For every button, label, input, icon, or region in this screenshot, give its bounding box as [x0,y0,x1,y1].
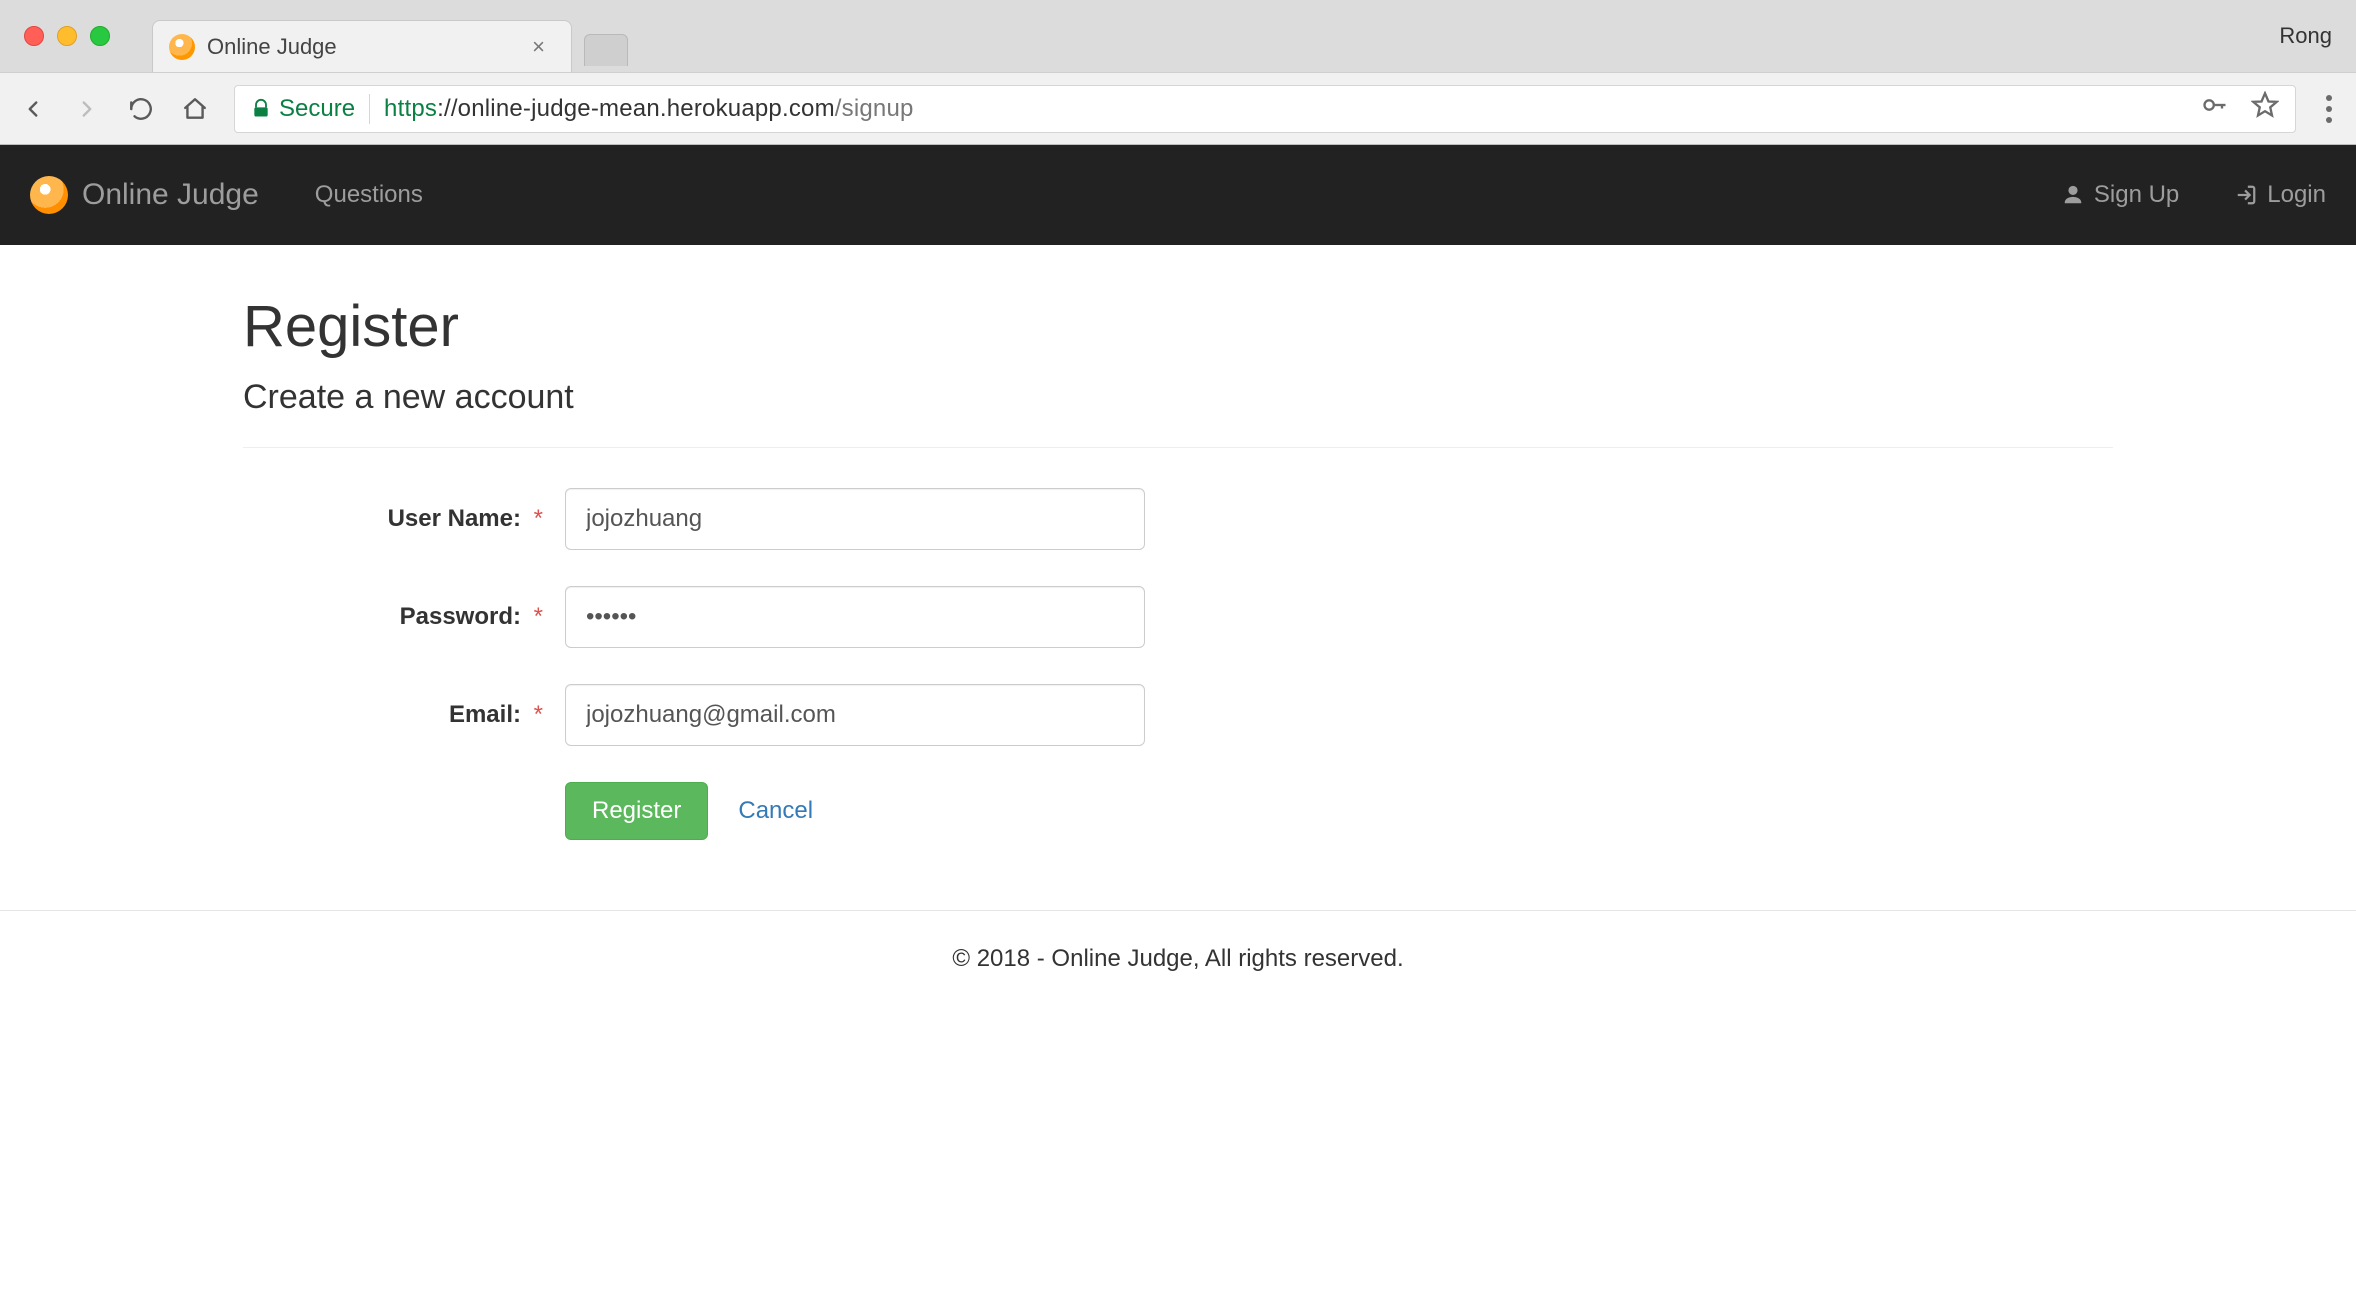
back-button[interactable] [18,96,48,122]
secure-indicator: Secure [251,95,355,123]
maximize-window-button[interactable] [90,26,110,46]
browser-tab[interactable]: Online Judge × [152,20,572,72]
footer: © 2018 - Online Judge, All rights reserv… [0,910,2356,1007]
url-text: https://online-judge-mean.herokuapp.com/… [384,95,914,123]
footer-text: © 2018 - Online Judge, All rights reserv… [952,945,1403,972]
password-label-text: Password: [400,603,521,630]
page-container: Register Create a new account User Name:… [243,245,2113,840]
app-navbar: Online Judge Questions Sign Up Login [0,145,2356,245]
password-label: Password: * [243,603,565,631]
nav-link-questions[interactable]: Questions [315,181,423,209]
page-subtitle: Create a new account [243,378,2113,417]
email-label: Email: * [243,701,565,729]
bookmark-star-icon[interactable] [2251,91,2279,126]
nav-signup-label: Sign Up [2094,181,2179,209]
tab-title: Online Judge [207,34,514,60]
new-tab-button[interactable] [584,34,628,66]
brand[interactable]: Online Judge [30,176,259,214]
brand-logo-icon [30,176,68,214]
secure-label: Secure [279,95,355,123]
nav-login-link[interactable]: Login [2235,181,2326,209]
nav-login-label: Login [2267,181,2326,209]
username-label: User Name: * [243,505,565,533]
address-bar[interactable]: Secure https://online-judge-mean.herokua… [234,85,2296,133]
cancel-link[interactable]: Cancel [738,797,813,825]
tab-bar: Online Judge × Rong [0,0,2356,72]
required-mark: * [534,505,543,532]
user-icon [2062,184,2084,206]
close-window-button[interactable] [24,26,44,46]
window-controls [0,26,110,46]
forward-button[interactable] [72,96,102,122]
tab-close-button[interactable]: × [526,34,551,60]
nav-signup-link[interactable]: Sign Up [2062,181,2179,209]
reload-button[interactable] [126,96,156,122]
minimize-window-button[interactable] [57,26,77,46]
url-host: ://online-judge-mean.herokuapp.com [437,95,835,122]
required-mark: * [534,603,543,630]
browser-menu-button[interactable] [2320,95,2338,123]
brand-title: Online Judge [82,178,259,212]
email-input[interactable] [565,684,1145,746]
form-row-username: User Name: * [243,488,2113,550]
login-icon [2235,184,2257,206]
browser-profile-name[interactable]: Rong [2279,23,2332,49]
form-row-email: Email: * [243,684,2113,746]
form-row-password: Password: * [243,586,2113,648]
password-input[interactable] [565,586,1145,648]
separator [243,447,2113,448]
email-label-text: Email: [449,701,521,728]
browser-toolbar: Secure https://online-judge-mean.herokua… [0,72,2356,144]
key-icon[interactable] [2201,91,2229,126]
page-heading: Register [243,293,2113,360]
url-scheme: https [384,95,437,122]
url-bar-actions [2201,91,2279,126]
nav-right: Sign Up Login [2062,181,2326,209]
divider [369,94,370,124]
register-button[interactable]: Register [565,782,708,840]
form-actions: Register Cancel [565,782,2113,840]
favicon-icon [169,34,195,60]
username-input[interactable] [565,488,1145,550]
url-path: /signup [835,95,914,122]
browser-chrome: Online Judge × Rong Secure https://onlin… [0,0,2356,145]
lock-icon [251,98,271,120]
username-label-text: User Name: [388,505,521,532]
required-mark: * [534,701,543,728]
home-button[interactable] [180,96,210,122]
nav-links: Questions [315,181,423,209]
